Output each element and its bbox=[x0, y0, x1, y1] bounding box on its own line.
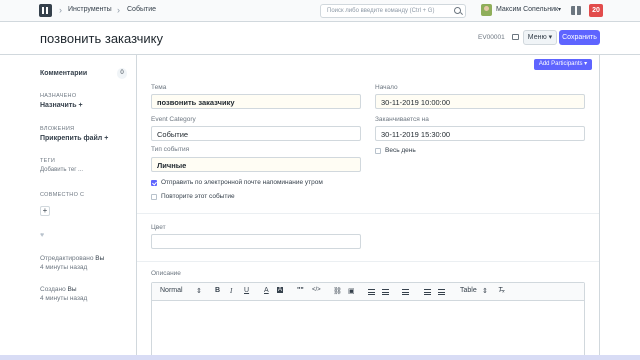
search-placeholder: Поиск либо введите команду (Ctrl + G) bbox=[327, 8, 435, 14]
printer-icon[interactable] bbox=[512, 34, 519, 40]
select-arrows-icon[interactable]: ⇕ bbox=[196, 287, 202, 295]
created-info: Создано Вы bbox=[40, 286, 77, 293]
tags-heading: ТЕГИ bbox=[40, 158, 56, 164]
heart-icon[interactable]: ♥ bbox=[40, 232, 44, 239]
modified-by[interactable]: Вы bbox=[95, 255, 104, 262]
attach-file-button[interactable]: Прикрепить файл + bbox=[40, 135, 108, 142]
starts-field[interactable]: 30-11-2019 10:00:00 bbox=[375, 94, 585, 109]
link-icon[interactable]: ⛓ bbox=[333, 287, 342, 295]
modified-info: Отредактировано Вы bbox=[40, 255, 104, 262]
all-day-checkbox[interactable] bbox=[375, 148, 381, 154]
page-title: позвонить заказчику bbox=[40, 31, 163, 46]
bold-button[interactable]: B bbox=[215, 287, 220, 294]
all-day-label[interactable]: Весь день bbox=[385, 147, 416, 154]
color-label: Цвет bbox=[151, 224, 166, 231]
highlight-icon[interactable]: A bbox=[277, 287, 284, 293]
add-participants-button[interactable]: Add Participants ▾ bbox=[534, 59, 592, 70]
share-add-button[interactable]: + bbox=[40, 206, 50, 216]
app-logo-icon[interactable] bbox=[39, 4, 52, 17]
breadcrumb-tools[interactable]: Инструменты bbox=[68, 6, 112, 13]
breadcrumb-event[interactable]: Событие bbox=[127, 6, 156, 13]
table-select[interactable]: Table bbox=[460, 287, 477, 294]
repeat-label[interactable]: Повторите этот событие bbox=[161, 193, 235, 200]
code-button[interactable]: </> bbox=[312, 287, 321, 293]
created-time: 4 минуты назад bbox=[40, 295, 88, 302]
repeat-checkbox[interactable] bbox=[151, 194, 157, 200]
caret-down-icon: ▾ bbox=[548, 34, 553, 41]
shared-heading: СОВМЕСТНО С bbox=[40, 192, 85, 198]
menu-button[interactable]: Меню ▾ bbox=[523, 30, 557, 45]
editor-toolbar: Normal ⇕ B I U A A "" </> ⛓ ▣ Table ⇕ T̶… bbox=[152, 283, 584, 301]
type-label: Тип события bbox=[151, 146, 190, 153]
chevron-right-icon: › bbox=[117, 5, 120, 15]
type-field[interactable]: Личные bbox=[151, 157, 361, 172]
attachments-heading: ВЛОЖЕНИЯ bbox=[40, 126, 75, 132]
user-menu[interactable]: Максим Сопельник bbox=[496, 6, 558, 13]
notifications-badge[interactable]: 20 bbox=[589, 4, 603, 17]
subject-label: Тема bbox=[151, 84, 167, 91]
assigned-heading: НАЗНАЧЕНО bbox=[40, 93, 77, 99]
bottom-bar bbox=[0, 355, 640, 360]
ordered-list-icon[interactable] bbox=[368, 289, 375, 295]
category-field[interactable]: Событие bbox=[151, 126, 361, 141]
select-arrows-icon[interactable]: ⇕ bbox=[482, 287, 488, 295]
outdent-icon[interactable] bbox=[424, 289, 431, 295]
gift-icon[interactable] bbox=[571, 6, 581, 15]
underline-button[interactable]: U bbox=[244, 287, 249, 294]
description-label: Описание bbox=[151, 270, 181, 277]
style-select[interactable]: Normal bbox=[160, 287, 183, 294]
section-divider bbox=[137, 213, 599, 214]
subject-field[interactable]: позвонить заказчику bbox=[151, 94, 361, 109]
image-icon[interactable]: ▣ bbox=[348, 287, 355, 295]
indent-icon[interactable] bbox=[438, 289, 445, 295]
caret-down-icon[interactable]: ▾ bbox=[558, 6, 561, 13]
search-input[interactable]: Поиск либо введите команду (Ctrl + G) bbox=[320, 4, 466, 18]
created-by[interactable]: Вы bbox=[68, 286, 77, 293]
starts-label: Начало bbox=[375, 84, 398, 91]
avatar[interactable] bbox=[481, 4, 492, 16]
search-icon[interactable] bbox=[454, 7, 461, 14]
clear-format-icon[interactable]: T̶ₓ bbox=[498, 287, 505, 294]
menu-button-label: Меню bbox=[527, 34, 547, 41]
italic-button[interactable]: I bbox=[230, 287, 232, 295]
blockquote-button[interactable]: "" bbox=[297, 287, 304, 294]
color-field[interactable] bbox=[151, 234, 361, 249]
assign-button[interactable]: Назначить + bbox=[40, 102, 83, 109]
add-tag-link[interactable]: Добавить тег ... bbox=[40, 167, 83, 173]
save-button[interactable]: Сохранить bbox=[559, 30, 600, 45]
navbar: › Инструменты › Событие Поиск либо введи… bbox=[0, 0, 640, 22]
section-divider bbox=[137, 261, 599, 262]
ends-label: Заканчивается на bbox=[375, 116, 429, 123]
description-editor[interactable]: Normal ⇕ B I U A A "" </> ⛓ ▣ Table ⇕ T̶… bbox=[151, 282, 585, 360]
sidebar-comments[interactable]: Комментарии bbox=[40, 70, 87, 77]
modified-label: Отредактировано bbox=[40, 255, 94, 262]
ends-field[interactable]: 30-11-2019 15:30:00 bbox=[375, 126, 585, 141]
align-icon[interactable] bbox=[402, 289, 409, 295]
doc-id: EV00001 bbox=[478, 34, 505, 41]
category-label: Event Category bbox=[151, 116, 196, 123]
comments-count-badge: 0 bbox=[117, 68, 127, 79]
send-reminder-label[interactable]: Отправить по электронной почте напоминан… bbox=[161, 179, 323, 186]
send-reminder-checkbox[interactable] bbox=[151, 180, 157, 186]
modified-time: 4 минуты назад bbox=[40, 264, 88, 271]
created-label: Создано bbox=[40, 286, 66, 293]
chevron-right-icon: › bbox=[59, 5, 62, 15]
bullet-list-icon[interactable] bbox=[382, 289, 389, 295]
text-color-button[interactable]: A bbox=[264, 287, 269, 294]
